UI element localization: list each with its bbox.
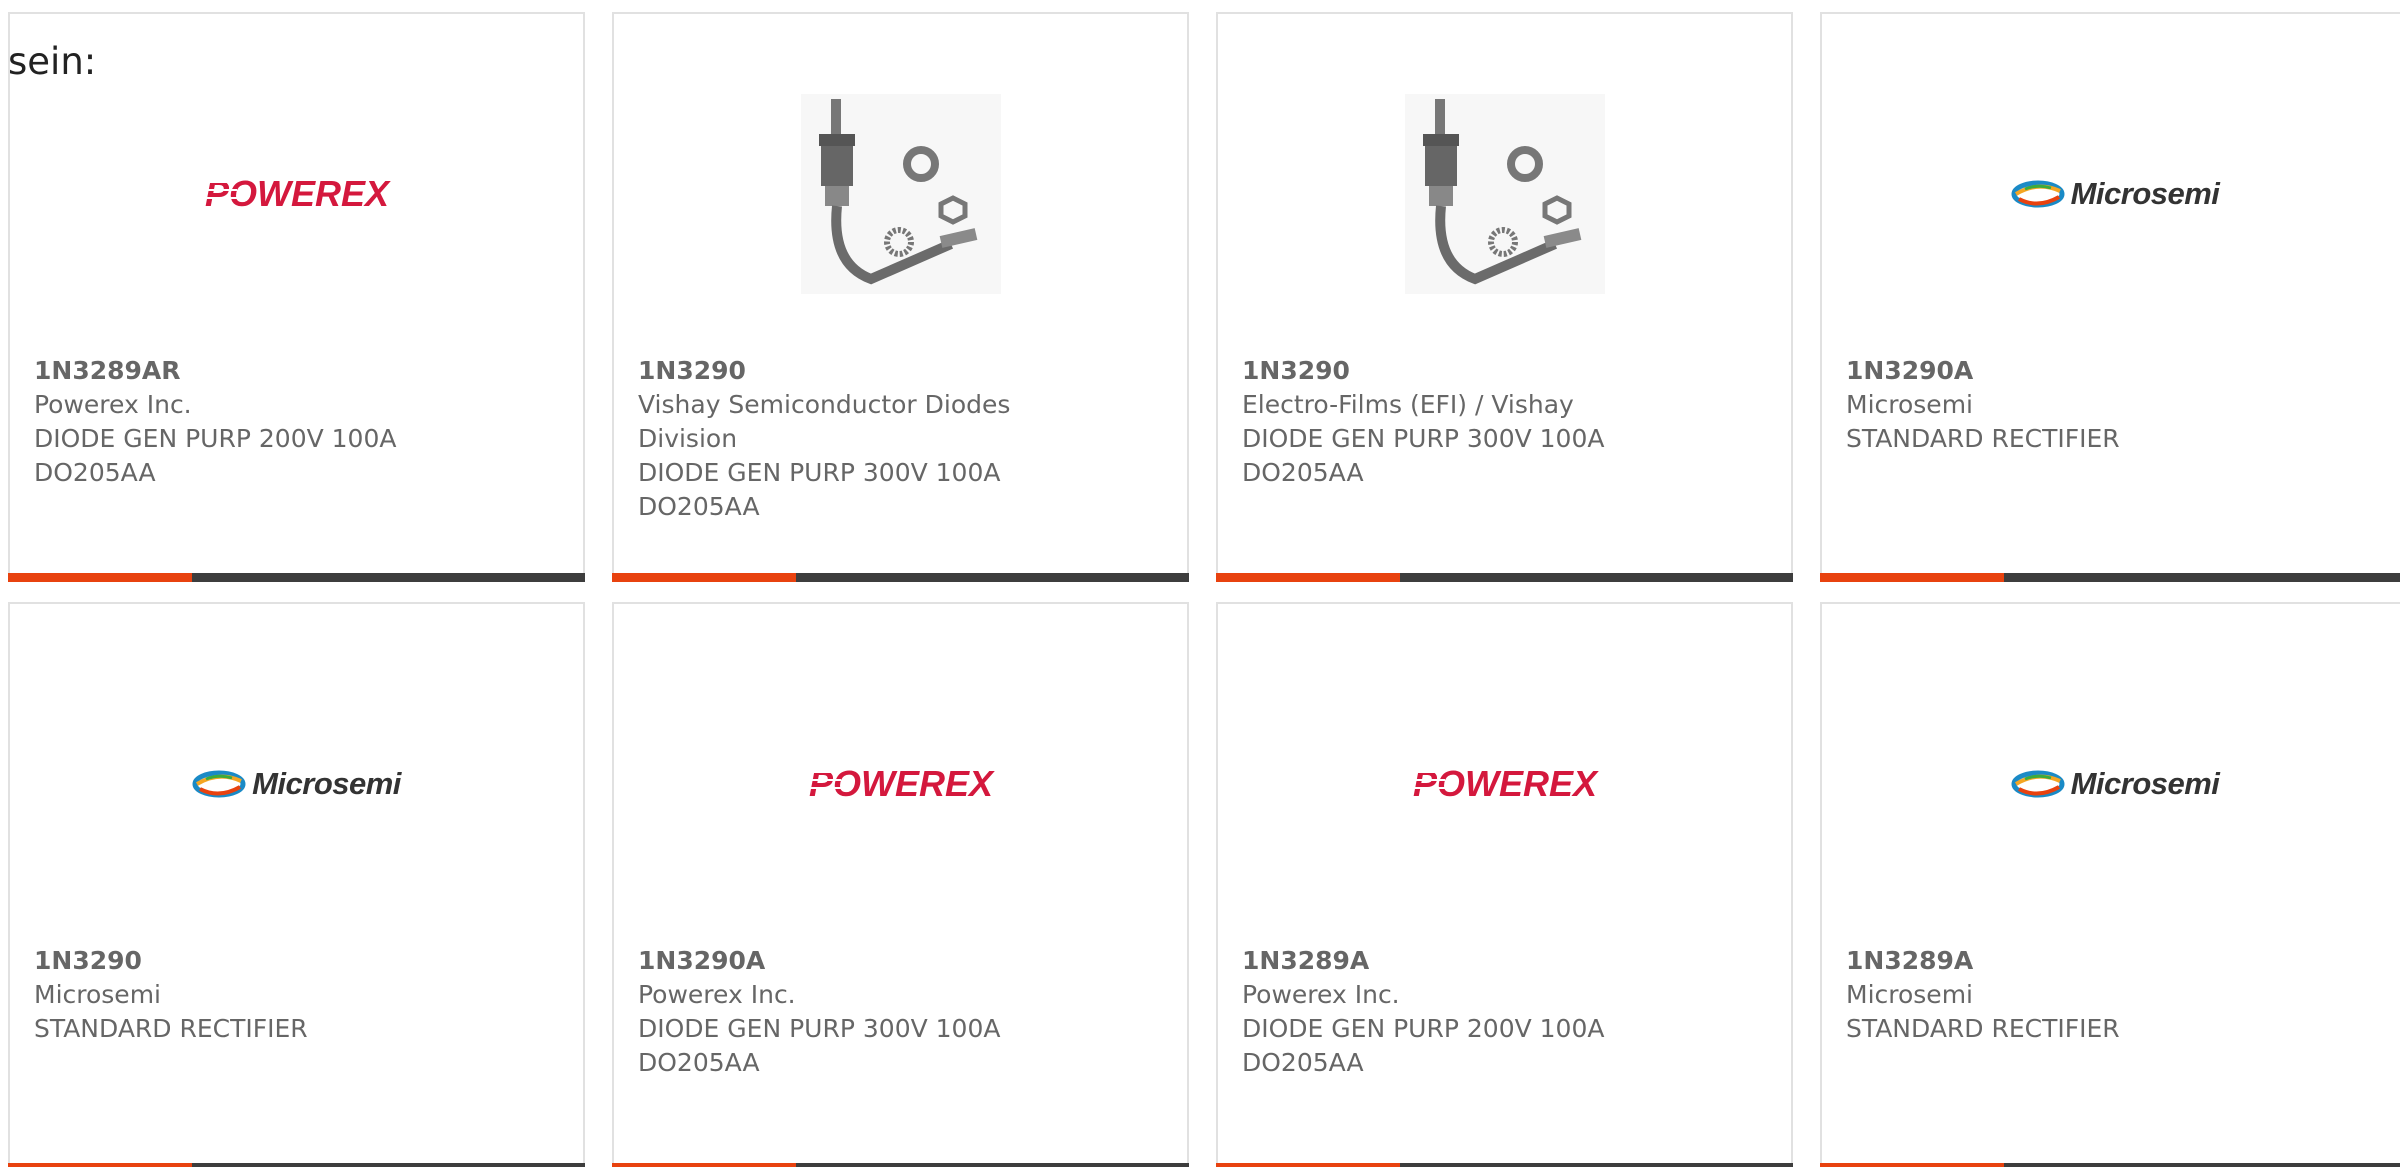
product-info: 1N3289AR Powerex Inc. DIODE GEN PURP 200… (34, 354, 559, 490)
card-bottom-bar (612, 1163, 1189, 1167)
manufacturer: Electro-Films (EFI) / Vishay (1242, 390, 1574, 419)
part-number[interactable]: 1N3289AR (34, 354, 559, 388)
product-image[interactable]: Microsemi (1822, 74, 2400, 314)
product-image[interactable] (614, 74, 1187, 314)
description: DIODE GEN PURP 200V 100A (34, 424, 397, 453)
microsemi-logo: Microsemi (2011, 766, 2220, 802)
manufacturer: Powerex Inc. (34, 390, 192, 419)
part-number[interactable]: 1N3290 (1242, 354, 1767, 388)
card-accent (1216, 1163, 1400, 1167)
card-accent (8, 573, 192, 582)
description: DIODE GEN PURP 200V 100A (1242, 1014, 1605, 1043)
microsemi-logo-text: Microsemi (2070, 766, 2220, 801)
product-info: 1N3289A Powerex Inc. DIODE GEN PURP 200V… (1242, 944, 1767, 1080)
intro-text: sein: (8, 40, 97, 83)
product-card[interactable]: POWEREX 1N3289A Powerex Inc. DIODE GEN P… (1216, 602, 1793, 1167)
powerex-logo: POWEREX (1405, 764, 1605, 804)
description: STANDARD RECTIFIER (1846, 424, 2120, 453)
microsemi-logo-text: Microsemi (2070, 176, 2220, 211)
description: DIODE GEN PURP 300V 100A (1242, 424, 1605, 453)
package: DO205AA (34, 458, 156, 487)
product-card[interactable]: POWEREX 1N3290A Powerex Inc. DIODE GEN P… (612, 602, 1189, 1167)
package: DO205AA (1242, 1048, 1364, 1077)
part-number[interactable]: 1N3289A (1242, 944, 1767, 978)
card-accent (612, 1163, 796, 1167)
stud-diode-photo (1404, 94, 1605, 294)
description: DIODE GEN PURP 300V 100A (638, 458, 1001, 487)
product-card[interactable]: Microsemi 1N3289A Microsemi STANDARD REC… (1820, 602, 2400, 1167)
card-bottom-bar (1820, 573, 2400, 582)
page: sein: POWEREX 1N3289AR Powerex Inc. DIOD… (0, 0, 2400, 1167)
description: DIODE GEN PURP 300V 100A (638, 1014, 1001, 1043)
product-info: 1N3289A Microsemi STANDARD RECTIFIER (1846, 944, 2384, 1046)
card-bottom-bar (1820, 1163, 2400, 1167)
powerex-logo-text: POWEREX (204, 174, 390, 214)
product-image[interactable]: POWEREX (10, 74, 583, 314)
part-number[interactable]: 1N3290 (638, 354, 1163, 388)
manufacturer: Powerex Inc. (638, 980, 796, 1009)
stud-diode-photo (800, 94, 1001, 294)
card-bottom-bar (612, 573, 1189, 582)
product-image[interactable]: POWEREX (614, 664, 1187, 904)
package: DO205AA (638, 492, 760, 521)
product-image[interactable]: POWEREX (1218, 664, 1791, 904)
card-accent (8, 1163, 192, 1167)
card-bottom-bar (1216, 573, 1793, 582)
card-bottom-bar (8, 1163, 585, 1167)
microsemi-swoosh-icon (2011, 180, 2065, 208)
manufacturer: Microsemi (1846, 390, 1973, 419)
microsemi-swoosh-icon (192, 770, 246, 798)
part-number[interactable]: 1N3290A (1846, 354, 2384, 388)
manufacturer: Microsemi (1846, 980, 1973, 1009)
manufacturer: Microsemi (34, 980, 161, 1009)
part-number[interactable]: 1N3289A (1846, 944, 2384, 978)
powerex-logo: POWEREX (801, 764, 1001, 804)
microsemi-logo: Microsemi (192, 766, 401, 802)
card-accent (1216, 573, 1400, 582)
product-card[interactable]: 1N3290 Vishay Semiconductor Diodes Divis… (612, 12, 1189, 582)
product-card[interactable]: 1N3290 Electro-Films (EFI) / Vishay DIOD… (1216, 12, 1793, 582)
card-accent (612, 573, 796, 582)
microsemi-logo-text: Microsemi (252, 766, 401, 801)
product-card[interactable]: POWEREX 1N3289AR Powerex Inc. DIODE GEN … (8, 12, 585, 582)
card-bottom-bar (1216, 1163, 1793, 1167)
part-number[interactable]: 1N3290A (638, 944, 1163, 978)
product-info: 1N3290 Electro-Films (EFI) / Vishay DIOD… (1242, 354, 1767, 490)
powerex-logo: POWEREX (197, 174, 397, 214)
description: STANDARD RECTIFIER (1846, 1014, 2120, 1043)
microsemi-logo: Microsemi (2011, 176, 2220, 212)
manufacturer-continued: Division (638, 424, 738, 453)
powerex-logo-text: POWEREX (1412, 764, 1598, 804)
product-info: 1N3290 Microsemi STANDARD RECTIFIER (34, 944, 559, 1046)
manufacturer: Powerex Inc. (1242, 980, 1400, 1009)
product-info: 1N3290A Powerex Inc. DIODE GEN PURP 300V… (638, 944, 1163, 1080)
microsemi-swoosh-icon (2011, 770, 2065, 798)
card-bottom-bar (8, 573, 585, 582)
card-accent (1820, 1163, 2004, 1167)
product-image[interactable] (1218, 74, 1791, 314)
product-image[interactable]: Microsemi (1822, 664, 2400, 904)
product-card[interactable]: Microsemi 1N3290 Microsemi STANDARD RECT… (8, 602, 585, 1167)
product-card[interactable]: Microsemi 1N3290A Microsemi STANDARD REC… (1820, 12, 2400, 582)
product-image[interactable]: Microsemi (10, 664, 583, 904)
card-accent (1820, 573, 2004, 582)
package: DO205AA (1242, 458, 1364, 487)
package: DO205AA (638, 1048, 760, 1077)
description: STANDARD RECTIFIER (34, 1014, 308, 1043)
powerex-logo-text: POWEREX (808, 764, 994, 804)
manufacturer: Vishay Semiconductor Diodes (638, 390, 1011, 419)
product-info: 1N3290A Microsemi STANDARD RECTIFIER (1846, 354, 2384, 456)
part-number[interactable]: 1N3290 (34, 944, 559, 978)
product-info: 1N3290 Vishay Semiconductor Diodes Divis… (638, 354, 1163, 524)
